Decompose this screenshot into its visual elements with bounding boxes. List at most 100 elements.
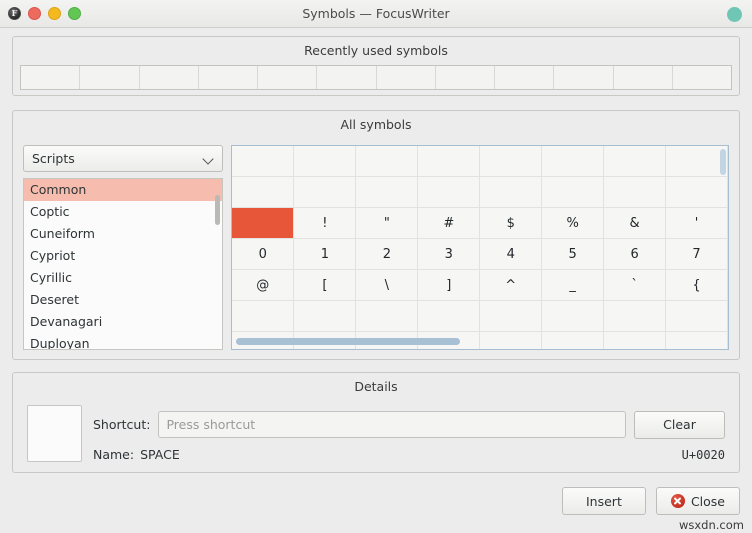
symbol-cell[interactable] — [603, 146, 667, 177]
symbol-cell[interactable]: 6 — [603, 238, 667, 270]
script-list-scrollbar[interactable] — [215, 181, 220, 349]
recent-symbol-cell[interactable] — [21, 66, 81, 89]
symbol-cell[interactable] — [355, 300, 419, 332]
symbol-cell-selected[interactable] — [232, 207, 295, 239]
symbol-cell[interactable] — [479, 300, 543, 332]
close-button[interactable]: Close — [655, 487, 740, 515]
symbol-cell[interactable]: ' — [665, 207, 728, 239]
script-list-scrollbar-thumb[interactable] — [215, 195, 220, 225]
recent-symbol-cell[interactable] — [673, 66, 731, 89]
symbol-cell[interactable] — [417, 146, 481, 177]
symbol-cell[interactable]: 1 — [293, 238, 357, 270]
insert-button[interactable]: Insert — [561, 487, 646, 515]
symbol-cell[interactable]: 3 — [417, 238, 481, 270]
script-list-item[interactable]: Duployan — [24, 333, 222, 349]
symbol-cell[interactable] — [603, 300, 667, 332]
symbol-cell[interactable]: % — [541, 207, 605, 239]
script-filter-combobox[interactable]: Scripts — [23, 145, 223, 172]
script-list-item[interactable]: Cyrillic — [24, 267, 222, 289]
symbol-cell[interactable] — [293, 300, 357, 332]
symbol-cell[interactable]: ! — [293, 207, 357, 239]
symbol-cell[interactable] — [665, 176, 728, 208]
symbol-preview — [27, 405, 82, 462]
window-titlebar: Symbols — FocusWriter — [0, 0, 752, 28]
symbol-grid-container[interactable]: ! " # $% & ' 0 1 2 3 4 5 6 7 @[\] ^ _ `{ — [231, 145, 729, 350]
recent-symbol-cell[interactable] — [140, 66, 199, 89]
symbol-cell[interactable] — [541, 146, 605, 177]
script-list-item[interactable]: Cuneiform — [24, 223, 222, 245]
script-list-item[interactable]: Coptic — [24, 201, 222, 223]
symbol-cell[interactable] — [665, 146, 728, 177]
symbol-cell[interactable] — [293, 176, 357, 208]
symbol-grid-horizontal-scrollbar[interactable] — [236, 338, 712, 345]
symbol-cell[interactable]: $ — [479, 207, 543, 239]
symbol-cell[interactable]: { — [665, 269, 728, 301]
symbol-cell[interactable] — [479, 176, 543, 208]
symbol-cell[interactable]: _ — [541, 269, 605, 301]
symbol-grid-row: ! " # $% & ' — [232, 207, 728, 239]
script-list-item[interactable]: Deseret — [24, 289, 222, 311]
details-group: Details Shortcut: Press shortcut Clear N… — [12, 372, 740, 473]
symbol-grid[interactable]: ! " # $% & ' 0 1 2 3 4 5 6 7 @[\] ^ _ `{ — [232, 146, 728, 349]
recent-symbol-cell[interactable] — [377, 66, 436, 89]
symbol-cell[interactable]: 7 — [665, 238, 728, 270]
recent-symbol-cell[interactable] — [554, 66, 614, 89]
symbol-cell[interactable] — [541, 176, 605, 208]
recent-symbol-cell[interactable] — [199, 66, 258, 89]
symbol-grid-horizontal-scrollbar-thumb[interactable] — [236, 338, 460, 345]
recent-symbol-cell[interactable] — [436, 66, 495, 89]
window-controls — [8, 7, 81, 20]
symbol-cell[interactable] — [417, 300, 481, 332]
symbol-cell[interactable]: ` — [603, 269, 667, 301]
name-value: SPACE — [140, 447, 180, 462]
symbol-cell[interactable] — [232, 146, 295, 177]
symbol-cell[interactable] — [541, 300, 605, 332]
recent-symbol-cell[interactable] — [495, 66, 555, 89]
name-label: Name: — [93, 447, 135, 462]
symbol-cell[interactable]: & — [603, 207, 667, 239]
script-list-item[interactable]: Devanagari — [24, 311, 222, 333]
close-window-button[interactable] — [28, 7, 41, 20]
recent-symbol-cell[interactable] — [258, 66, 318, 89]
close-error-icon — [670, 494, 685, 508]
details-title: Details — [354, 379, 398, 394]
symbol-grid-vertical-scrollbar[interactable] — [720, 149, 726, 325]
symbol-cell[interactable]: # — [417, 207, 481, 239]
shortcut-input[interactable]: Press shortcut — [158, 411, 626, 438]
symbol-cell[interactable]: \ — [355, 269, 419, 301]
recently-used-symbols-grid[interactable] — [20, 65, 732, 90]
script-list-item[interactable]: Cypriot — [24, 245, 222, 267]
maximize-window-button[interactable] — [68, 7, 81, 20]
symbol-grid-row: @[\] ^ _ `{ — [232, 269, 728, 301]
recent-symbol-cell[interactable] — [317, 66, 377, 89]
focuswriter-app-icon — [8, 7, 21, 20]
symbol-cell[interactable]: 0 — [232, 238, 295, 270]
symbol-grid-vertical-scrollbar-thumb[interactable] — [720, 149, 726, 175]
symbol-cell[interactable] — [355, 146, 419, 177]
symbol-cell[interactable] — [232, 300, 295, 332]
symbol-cell[interactable] — [417, 176, 481, 208]
clear-shortcut-button[interactable]: Clear — [634, 410, 725, 439]
symbol-cell[interactable] — [293, 146, 357, 177]
symbol-cell[interactable] — [603, 176, 667, 208]
minimize-window-button[interactable] — [48, 7, 61, 20]
symbol-grid-row — [232, 300, 728, 332]
symbol-cell[interactable] — [665, 300, 728, 332]
symbol-cell[interactable]: 5 — [541, 238, 605, 270]
symbol-cell[interactable]: " — [355, 207, 419, 239]
recently-used-symbols-title: Recently used symbols — [304, 43, 448, 58]
symbol-cell[interactable] — [355, 176, 419, 208]
symbol-cell[interactable]: 2 — [355, 238, 419, 270]
symbol-grid-row — [232, 146, 728, 177]
recent-symbol-cell[interactable] — [614, 66, 673, 89]
symbol-cell[interactable] — [479, 146, 543, 177]
script-list[interactable]: Common Coptic Cuneiform Cypriot Cyrillic Dese… — [23, 178, 223, 350]
symbol-cell[interactable] — [232, 176, 295, 208]
symbol-cell[interactable]: ] — [417, 269, 481, 301]
symbol-cell[interactable]: @ — [232, 269, 295, 301]
symbol-cell[interactable]: ^ — [479, 269, 543, 301]
recent-symbol-cell[interactable] — [80, 66, 140, 89]
script-list-item[interactable]: Common — [24, 179, 222, 201]
symbol-cell[interactable]: [ — [293, 269, 357, 301]
symbol-cell[interactable]: 4 — [479, 238, 543, 270]
